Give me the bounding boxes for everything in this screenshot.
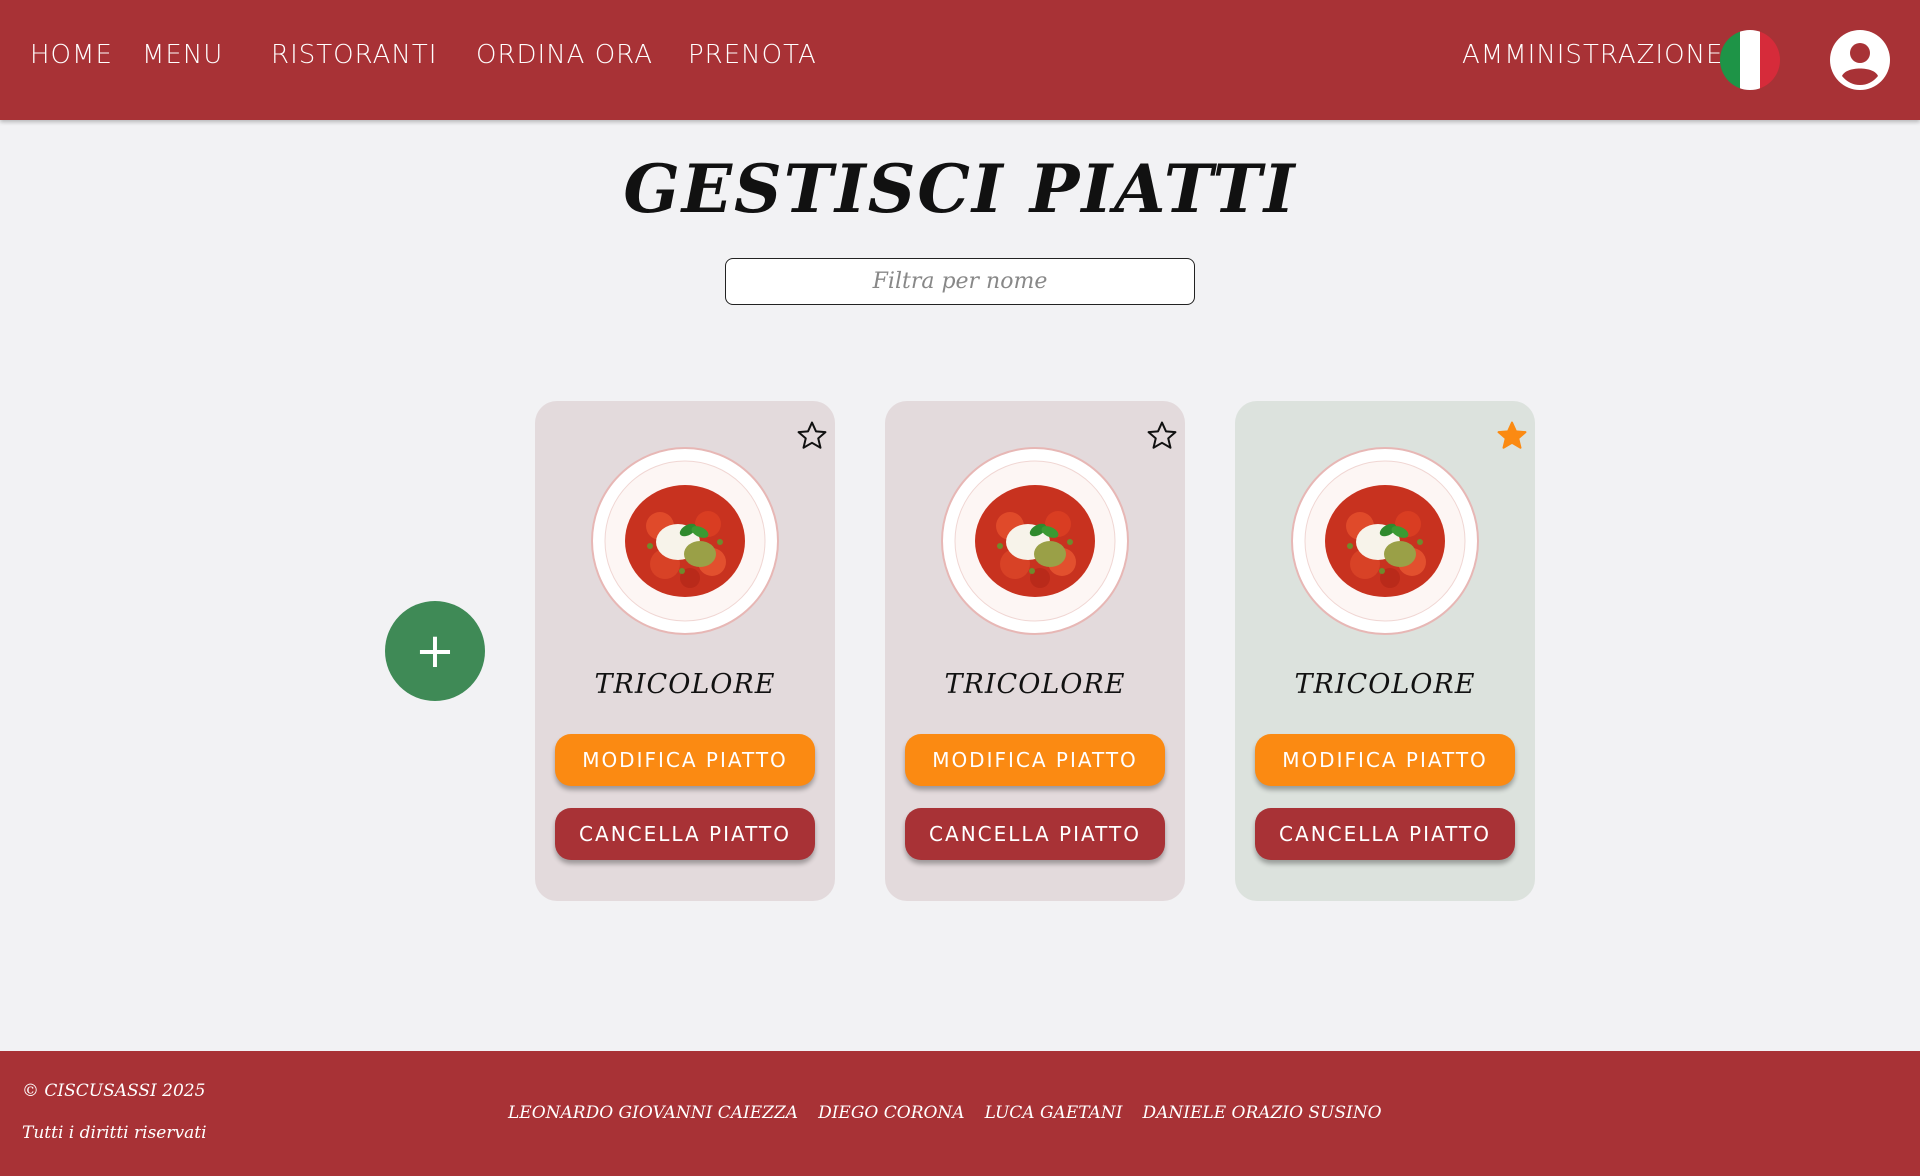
author-name: DANIELE ORAZIO SUSINO xyxy=(1142,1103,1382,1123)
footer-authors: LEONARDO GIOVANNI CAIEZZA DIEGO CORONA L… xyxy=(508,1103,1382,1123)
author-name: DIEGO CORONA xyxy=(818,1103,965,1123)
favorite-star-icon[interactable] xyxy=(795,419,829,453)
delete-dish-button[interactable]: CANCELLA PIATTO xyxy=(1255,808,1515,860)
nav-ordina-ora[interactable]: ORDINA ORA xyxy=(476,40,653,70)
author-name: LUCA GAETANI xyxy=(984,1103,1123,1123)
nav-amministrazione[interactable]: AMMINISTRAZIONE xyxy=(1462,40,1723,70)
footer-rights: Tutti i diritti riservati xyxy=(22,1123,207,1143)
dish-image xyxy=(1291,447,1479,635)
page-title: GESTISCI PIATTI xyxy=(623,150,1297,228)
dish-name: TRICOLORE xyxy=(594,669,776,700)
nav-home[interactable]: HOME xyxy=(30,40,113,70)
favorite-star-icon[interactable] xyxy=(1145,419,1179,453)
favorite-star-icon[interactable] xyxy=(1495,419,1529,453)
user-account-icon[interactable] xyxy=(1830,30,1890,90)
delete-dish-button[interactable]: CANCELLA PIATTO xyxy=(905,808,1165,860)
dish-card: TRICOLORE MODIFICA PIATTO CANCELLA PIATT… xyxy=(1235,401,1535,901)
footer-copyright: © CISCUSASSI 2025 xyxy=(22,1081,206,1101)
delete-dish-button[interactable]: CANCELLA PIATTO xyxy=(555,808,815,860)
navbar: HOME MENU RISTORANTI ORDINA ORA PRENOTA … xyxy=(0,0,1920,120)
add-dish-button[interactable]: + xyxy=(385,601,485,701)
italian-flag-icon[interactable] xyxy=(1720,30,1780,90)
footer: © CISCUSASSI 2025 Tutti i diritti riserv… xyxy=(0,1051,1920,1176)
dish-name: TRICOLORE xyxy=(944,669,1126,700)
dish-card: TRICOLORE MODIFICA PIATTO CANCELLA PIATT… xyxy=(885,401,1185,901)
author-name: LEONARDO GIOVANNI CAIEZZA xyxy=(508,1103,799,1123)
nav-prenota[interactable]: PRENOTA xyxy=(688,40,817,70)
filter-name-input[interactable] xyxy=(725,258,1195,305)
edit-dish-button[interactable]: MODIFICA PIATTO xyxy=(1255,734,1515,786)
dish-card: TRICOLORE MODIFICA PIATTO CANCELLA PIATT… xyxy=(535,401,835,901)
nav-menu[interactable]: MENU xyxy=(142,40,223,70)
edit-dish-button[interactable]: MODIFICA PIATTO xyxy=(905,734,1165,786)
dish-image xyxy=(941,447,1129,635)
nav-ristoranti[interactable]: RISTORANTI xyxy=(271,40,437,70)
edit-dish-button[interactable]: MODIFICA PIATTO xyxy=(555,734,815,786)
dish-image xyxy=(591,447,779,635)
dish-name: TRICOLORE xyxy=(1294,669,1476,700)
